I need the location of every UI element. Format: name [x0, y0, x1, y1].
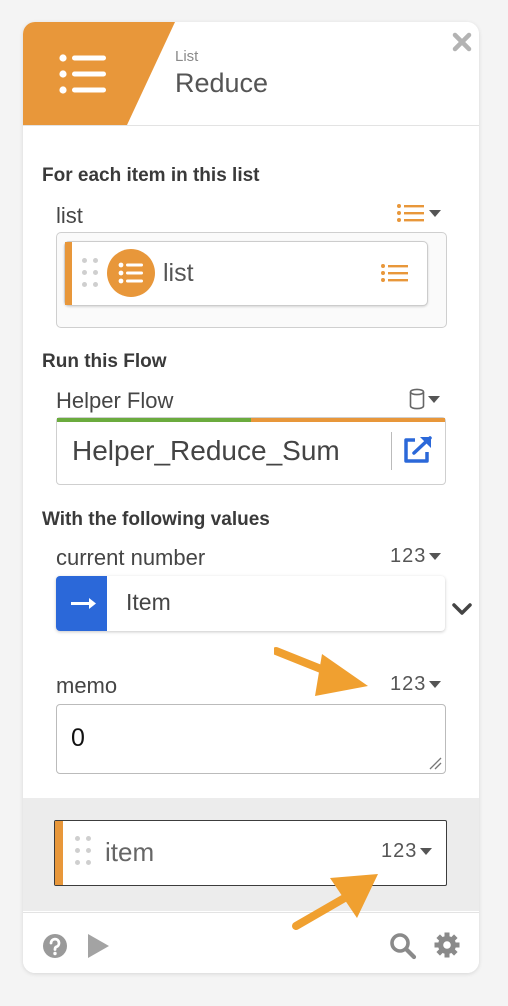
- current-number-value: Item: [126, 589, 171, 615]
- flow-status-bar-green: [57, 418, 251, 422]
- help-icon[interactable]: [42, 933, 68, 964]
- play-icon[interactable]: [86, 933, 110, 964]
- chevron-down-icon: [420, 848, 433, 855]
- list-type-icon: [397, 204, 424, 222]
- chevron-down-icon: [428, 395, 440, 403]
- output-variable-pill[interactable]: item 123: [54, 820, 447, 886]
- values-section-title: With the following values: [42, 509, 270, 530]
- chevron-down-icon[interactable]: [451, 601, 473, 622]
- flow-section-title: Run this Flow: [42, 351, 167, 372]
- chevron-down-icon: [429, 553, 442, 560]
- list-input-slot[interactable]: list: [56, 232, 447, 328]
- flow-status-bar-orange: [251, 418, 445, 422]
- flow-type-icon: [409, 388, 425, 410]
- drag-handle-icon[interactable]: [75, 836, 91, 865]
- list-variable-icon: [107, 249, 155, 297]
- drag-handle-icon[interactable]: [82, 258, 98, 287]
- block-type-label: List: [175, 48, 199, 65]
- pill-accent-stripe: [65, 242, 72, 305]
- current-number-input[interactable]: Item: [56, 576, 445, 631]
- close-icon[interactable]: [451, 31, 473, 53]
- helper-flow-selector[interactable]: Helper_Reduce_Sum: [56, 417, 446, 485]
- memo-label: memo: [56, 673, 118, 698]
- gear-icon[interactable]: [433, 931, 461, 964]
- block-title: Reduce: [175, 68, 269, 98]
- number-type-label: 123: [381, 840, 418, 862]
- block-header: List Reduce: [23, 22, 479, 126]
- list-field-label: list: [56, 203, 83, 228]
- list-icon: [58, 50, 110, 98]
- output-type-selector[interactable]: 123: [381, 840, 433, 863]
- search-icon[interactable]: [389, 932, 417, 965]
- chevron-down-icon: [429, 209, 441, 217]
- flow-type-selector[interactable]: [409, 388, 440, 410]
- helper-flow-name: Helper_Reduce_Sum: [72, 435, 340, 466]
- memo-value: 0: [71, 724, 85, 752]
- number-type-label: 123: [390, 673, 427, 695]
- pill-accent-stripe: [55, 821, 63, 885]
- chevron-down-icon: [429, 681, 442, 688]
- reduce-block-panel: List Reduce For each item in this list l…: [23, 22, 479, 973]
- arrow-right-icon: [56, 576, 107, 631]
- number-type-label: 123: [390, 545, 427, 567]
- output-variable-label: item: [105, 837, 155, 867]
- current-number-label: current number: [56, 545, 206, 570]
- block-footer: [23, 912, 479, 973]
- flow-field-label: Helper Flow: [56, 388, 174, 413]
- memo-type-selector[interactable]: 123: [390, 673, 442, 696]
- list-variable-label: list: [163, 259, 194, 287]
- current-number-type-selector[interactable]: 123: [390, 545, 442, 568]
- flow-divider: [391, 432, 392, 470]
- open-external-icon[interactable]: [401, 435, 435, 470]
- list-section-title: For each item in this list: [42, 165, 260, 186]
- list-type-selector[interactable]: [396, 202, 441, 224]
- list-type-icon: [381, 264, 408, 282]
- resize-handle-icon[interactable]: [428, 756, 442, 770]
- memo-input[interactable]: 0: [56, 704, 446, 774]
- list-variable-pill[interactable]: list: [64, 241, 428, 306]
